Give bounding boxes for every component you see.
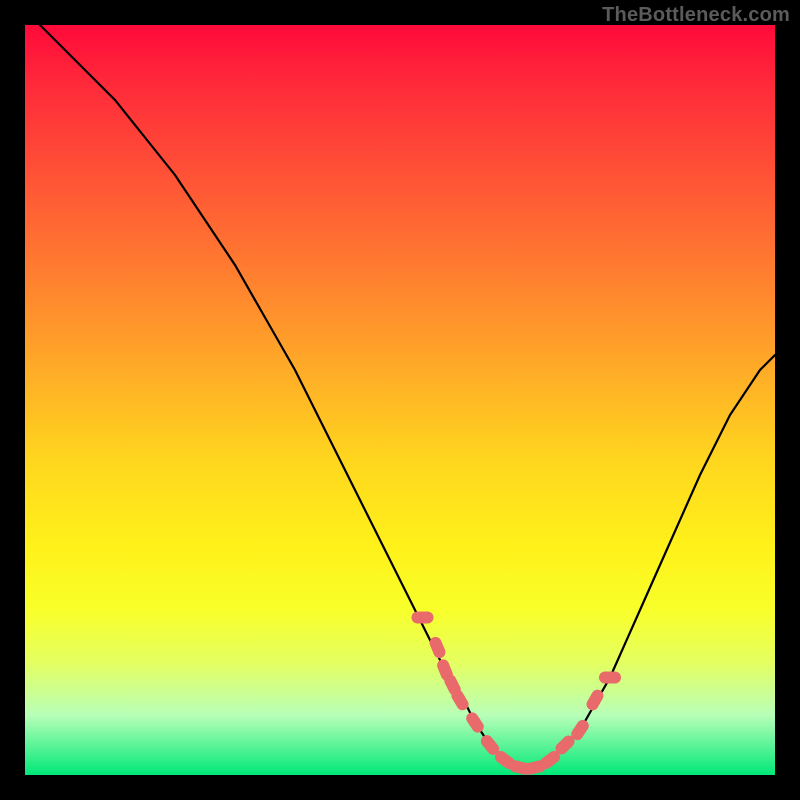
marker-point [599, 672, 621, 684]
marker-point [412, 612, 434, 624]
plot-area [25, 25, 775, 775]
chart-frame: TheBottleneck.com [0, 0, 800, 800]
chart-svg [25, 25, 775, 775]
marker-point [464, 710, 486, 735]
bottleneck-curve [25, 10, 775, 768]
watermark-text: TheBottleneck.com [602, 4, 790, 27]
highlight-markers [412, 612, 622, 776]
